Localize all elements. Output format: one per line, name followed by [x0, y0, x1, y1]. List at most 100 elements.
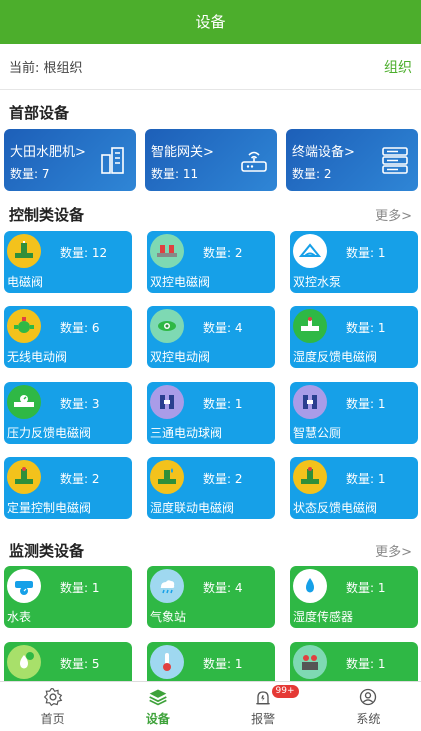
- device-count: 数量: 1: [203, 657, 243, 671]
- nav-system-label: 系统: [356, 711, 381, 726]
- org-select-button[interactable]: 组织: [384, 57, 412, 77]
- device-card-three-way-ball-valve[interactable]: 数量: 1 三通电动球阀: [147, 382, 275, 444]
- head-card-fertigation[interactable]: 大田水肥机> 数量: 7: [4, 129, 136, 191]
- nav-devices[interactable]: 设备: [105, 682, 210, 731]
- nav-devices-label: 设备: [145, 711, 170, 726]
- head-section-title: 首部设备: [9, 104, 70, 122]
- gear-icon: [43, 687, 62, 706]
- device-count: 数量: 12: [60, 246, 108, 260]
- humidity-valve-icon: [293, 309, 327, 343]
- device-count: 数量: 3: [60, 397, 100, 411]
- device-card-solenoid-valve[interactable]: 数量: 12 电磁阀: [4, 231, 132, 293]
- device-name: 湿度反馈电磁阀: [293, 350, 378, 364]
- humidity-sensor-icon: [293, 569, 327, 603]
- device-name: 定量控制电磁阀: [7, 501, 92, 515]
- device-name: 湿度联动电磁阀: [150, 501, 235, 515]
- device-count: 数量: 1: [346, 321, 386, 335]
- pressure-valve-icon: [7, 385, 41, 419]
- device-card-humidity-sensor[interactable]: 数量: 1 湿度传感器: [290, 566, 418, 628]
- pump-icon: [293, 234, 327, 268]
- device-count: 数量: 1: [60, 581, 100, 595]
- device-count: 数量: 4: [203, 581, 243, 595]
- device-card-quantitative-valve[interactable]: 数量: 2 定量控制电磁阀: [4, 457, 132, 519]
- user-icon: [360, 688, 377, 705]
- monitor-section-title: 监测类设备: [9, 542, 85, 560]
- device-card-dual-solenoid-valve[interactable]: 数量: 2 双控电磁阀: [147, 231, 275, 293]
- device-name: 双控电动阀: [150, 350, 211, 364]
- device-card-status-feedback-valve[interactable]: 数量: 1 状态反馈电磁阀: [290, 457, 418, 519]
- alarm-icon: [256, 690, 270, 704]
- device-card-wireless-electric-valve[interactable]: 数量: 6 无线电动阀: [4, 306, 132, 368]
- ball-valve-icon: [150, 385, 184, 419]
- device-card-dual-pump[interactable]: 数量: 1 双控水泵: [290, 231, 418, 293]
- device-count: 数量: 1: [346, 397, 386, 411]
- device-count: 数量: 1: [346, 657, 386, 671]
- device-name: 压力反馈电磁阀: [7, 426, 92, 440]
- current-org-bar: 当前: 根组织 组织: [0, 44, 421, 90]
- nav-home[interactable]: 首页: [0, 682, 105, 731]
- device-card-humidity-feedback-valve[interactable]: 数量: 1 湿度反馈电磁阀: [290, 306, 418, 368]
- device-count: 数量: 4: [203, 321, 243, 335]
- head-card-count: 数量: 2: [292, 167, 332, 181]
- control-section-title: 控制类设备: [9, 206, 85, 224]
- head-card-name: 智能网关>: [151, 145, 214, 160]
- router-icon: [241, 151, 267, 172]
- device-card-dual-electric-valve[interactable]: 数量: 4 双控电动阀: [147, 306, 275, 368]
- status-valve-icon: [293, 460, 327, 494]
- toilet-icon: [293, 385, 327, 419]
- head-card-name: 大田水肥机>: [10, 145, 86, 160]
- head-card-count: 数量: 7: [10, 167, 50, 181]
- device-card-weather-station[interactable]: 数量: 4 气象站: [147, 566, 275, 628]
- device-name: 三通电动球阀: [150, 426, 223, 440]
- nav-home-label: 首页: [40, 711, 65, 726]
- humidity-linked-valve-icon: [150, 460, 184, 494]
- control-more-link[interactable]: 更多>: [375, 205, 412, 224]
- gauge-icon: [293, 645, 327, 679]
- device-name: 智慧公厕: [293, 426, 342, 440]
- valve-icon: [7, 234, 41, 268]
- device-name: 双控电磁阀: [150, 275, 211, 289]
- device-count: 数量: 2: [203, 246, 243, 260]
- device-name: 双控水泵: [293, 275, 342, 289]
- device-card-pressure-feedback-valve[interactable]: 数量: 3 压力反馈电磁阀: [4, 382, 132, 444]
- ec-sensor-icon: [7, 645, 41, 679]
- layers-icon: [149, 689, 167, 705]
- water-meter-icon: [7, 569, 41, 603]
- device-count: 数量: 1: [346, 581, 386, 595]
- device-name: 湿度传感器: [293, 610, 354, 624]
- device-card-humidity-linked-valve[interactable]: 数量: 2 湿度联动电磁阀: [147, 457, 275, 519]
- device-name: 水表: [7, 610, 32, 624]
- head-card-terminal[interactable]: 终端设备> 数量: 2: [286, 129, 418, 191]
- bottom-nav: 首页 设备 99+ 报警 系统: [0, 681, 421, 731]
- device-count: 数量: 2: [203, 472, 243, 486]
- nav-system[interactable]: 系统: [316, 682, 421, 731]
- monitor-more-link[interactable]: 更多>: [375, 541, 412, 560]
- head-card-name: 终端设备>: [292, 145, 355, 160]
- page-title: 设备: [0, 0, 421, 44]
- alarm-count-badge: 99+: [271, 685, 299, 698]
- dual-electric-valve-icon: [150, 309, 184, 343]
- thermometer-icon: [150, 645, 184, 679]
- head-card-count: 数量: 11: [151, 167, 199, 181]
- weather-icon: [150, 569, 184, 603]
- device-count: 数量: 1: [346, 246, 386, 260]
- device-count: 数量: 1: [203, 397, 243, 411]
- device-name: 状态反馈电磁阀: [293, 501, 378, 515]
- device-count: 数量: 5: [60, 657, 100, 671]
- device-count: 数量: 1: [346, 472, 386, 486]
- nav-alarm[interactable]: 99+ 报警: [211, 682, 316, 731]
- device-count: 数量: 6: [60, 321, 100, 335]
- wireless-valve-icon: [7, 309, 41, 343]
- current-org-label: 当前: 根组织: [9, 61, 83, 76]
- dual-valve-icon: [150, 234, 184, 268]
- head-card-gateway[interactable]: 智能网关> 数量: 11: [145, 129, 277, 191]
- device-card-water-meter[interactable]: 数量: 1 水表: [4, 566, 132, 628]
- device-name: 气象站: [150, 610, 187, 624]
- nav-alarm-label: 报警: [251, 711, 276, 726]
- server-icon: [382, 147, 408, 174]
- device-card-smart-toilet[interactable]: 数量: 1 智慧公厕: [290, 382, 418, 444]
- device-name: 电磁阀: [7, 275, 44, 289]
- device-name: 无线电动阀: [7, 350, 68, 364]
- quantitative-valve-icon: [7, 460, 41, 494]
- building-icon: [101, 147, 124, 174]
